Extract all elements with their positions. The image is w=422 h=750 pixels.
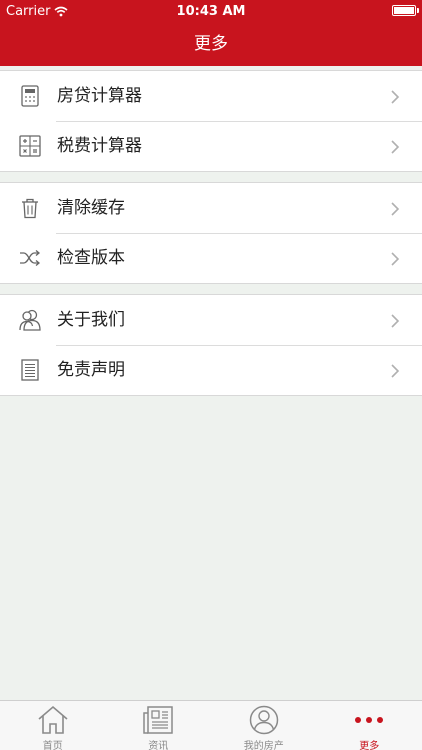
menu-item-label: 税费计算器 xyxy=(57,136,142,156)
chevron-right-icon xyxy=(391,90,400,104)
home-icon xyxy=(38,705,68,734)
document-icon xyxy=(21,359,39,381)
menu-item-disclaimer[interactable]: 免责声明 xyxy=(0,345,422,395)
header: Carrier 10:43 AM 更多 xyxy=(0,0,422,66)
status-bar: Carrier 10:43 AM xyxy=(0,0,422,22)
tab-news[interactable]: 资讯 xyxy=(106,701,212,750)
trash-icon xyxy=(22,198,38,219)
status-time: 10:43 AM xyxy=(176,4,246,19)
menu-item-mortgage-calculator[interactable]: 房贷计算器 xyxy=(0,71,422,121)
menu-item-tax-calculator[interactable]: 税费计算器 xyxy=(0,121,422,171)
menu-item-check-version[interactable]: 检查版本 xyxy=(0,233,422,283)
battery-tip xyxy=(417,8,419,13)
shuffle-icon xyxy=(20,250,41,266)
menu-group-info: 关于我们 免责声明 xyxy=(0,294,422,396)
menu-item-about-us[interactable]: 关于我们 xyxy=(0,295,422,345)
chevron-right-icon xyxy=(391,252,400,266)
menu-item-label: 免责声明 xyxy=(57,360,125,380)
tab-home[interactable]: 首页 xyxy=(0,701,106,750)
battery-icon xyxy=(392,5,416,16)
menu-group-app: 清除缓存 检查版本 xyxy=(0,182,422,284)
people-icon xyxy=(19,309,41,331)
page-title: 更多 xyxy=(194,34,228,54)
calculator-icon xyxy=(21,85,39,107)
menu-group-tools: 房贷计算器 税费计算器 xyxy=(0,70,422,172)
tab-more[interactable]: 更多 xyxy=(317,701,422,750)
menu-item-clear-cache[interactable]: 清除缓存 xyxy=(0,183,422,233)
menu-item-label: 清除缓存 xyxy=(57,198,125,218)
tab-label: 首页 xyxy=(42,741,63,750)
chevron-right-icon xyxy=(391,202,400,216)
user-icon xyxy=(249,705,278,735)
chevron-right-icon xyxy=(391,314,400,328)
menu-item-label: 关于我们 xyxy=(57,310,125,330)
tab-bar: 首页 资讯 我的房产 更多 xyxy=(0,700,422,750)
tab-my-property[interactable]: 我的房产 xyxy=(211,701,317,750)
menu-item-label: 房贷计算器 xyxy=(57,86,142,106)
more-dots-icon xyxy=(355,717,384,723)
menu-item-label: 检查版本 xyxy=(57,248,125,268)
tab-label: 更多 xyxy=(359,741,380,750)
newspaper-icon xyxy=(143,706,173,734)
chevron-right-icon xyxy=(391,140,400,154)
tax-calculator-icon xyxy=(19,135,41,157)
chevron-right-icon xyxy=(391,364,400,378)
tab-label: 我的房产 xyxy=(243,741,284,750)
tab-label: 资讯 xyxy=(148,741,169,750)
